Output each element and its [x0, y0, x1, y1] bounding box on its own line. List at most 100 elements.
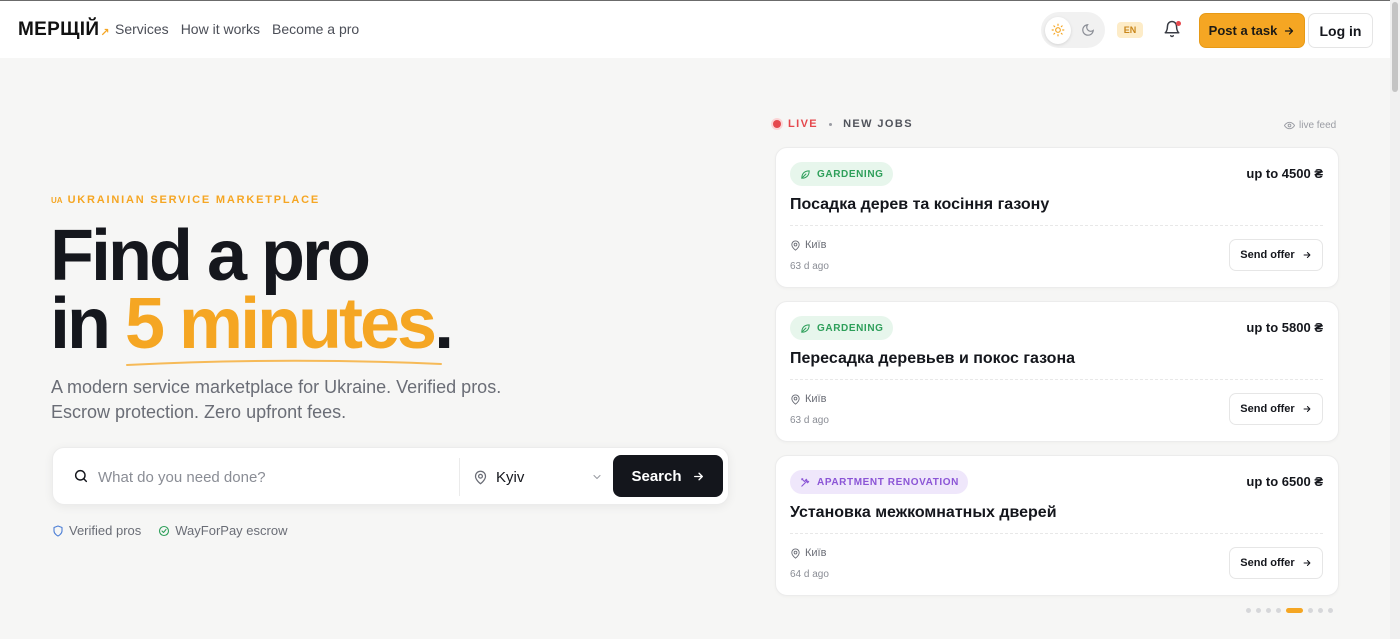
pager-dot[interactable]	[1308, 608, 1313, 613]
category-label: GARDENING	[817, 322, 884, 334]
nav-how-it-works[interactable]: How it works	[181, 21, 260, 37]
light-theme-button[interactable]	[1045, 16, 1071, 44]
pager-dot[interactable]	[1276, 608, 1281, 613]
city-select[interactable]: Kyiv	[473, 459, 603, 495]
job-city: Київ	[805, 547, 827, 559]
search-button[interactable]: Search	[613, 455, 723, 497]
pager-dot[interactable]	[1286, 608, 1303, 613]
logo-text: МЕРЩІЙ	[18, 19, 100, 40]
job-title[interactable]: Установка межкомнатных дверей	[790, 504, 1057, 522]
post-task-button[interactable]: Post a task	[1199, 13, 1305, 48]
card-divider	[790, 225, 1323, 226]
ua-flag-icon: UA	[51, 195, 63, 205]
language-switch[interactable]: EN	[1117, 22, 1143, 38]
trust-escrow-label: WayForPay escrow	[175, 523, 288, 538]
post-task-label: Post a task	[1208, 23, 1278, 38]
hero-eyebrow: UA UKRAINIAN SERVICE MARKETPLACE	[51, 194, 320, 206]
arrow-right-icon	[1285, 26, 1294, 35]
job-title[interactable]: Пересадка деревьев и покос газона	[790, 350, 1075, 368]
search-divider	[459, 458, 460, 496]
hero-headline: Find a pro in 5 minutes.	[50, 216, 454, 366]
job-city: Київ	[805, 393, 827, 405]
trust-badges: Verified pros WayForPay escrow	[52, 523, 287, 538]
theme-toggle[interactable]	[1041, 12, 1105, 48]
eye-icon	[1284, 121, 1295, 130]
logo[interactable]: МЕРЩІЙ ↗	[18, 19, 110, 41]
nav-services[interactable]: Services	[115, 21, 169, 37]
send-offer-button[interactable]: Send offer	[1229, 239, 1323, 271]
page-scrollbar[interactable]	[1390, 0, 1400, 639]
card-divider	[790, 379, 1323, 380]
leaf-icon	[801, 169, 810, 179]
headline-accent-text: 5 minutes	[125, 284, 437, 364]
category-badge: GARDENING	[790, 162, 893, 186]
dark-theme-button[interactable]	[1075, 17, 1101, 44]
send-offer-button[interactable]: Send offer	[1229, 393, 1323, 425]
feed-pager	[1246, 608, 1333, 613]
main-nav: Services How it works Become a pro	[115, 21, 359, 37]
job-card[interactable]: APARTMENT RENOVATION up to 6500 ₴ Устано…	[775, 455, 1339, 596]
trust-verified-label: Verified pros	[69, 523, 142, 538]
hero-subtitle: A modern service marketplace for Ukraine…	[51, 375, 521, 425]
headline-period: .	[434, 284, 454, 364]
search-bar: Kyiv Search	[52, 447, 729, 505]
new-jobs-label: NEW JOBS	[843, 118, 913, 130]
top-header: МЕРЩІЙ ↗ Services How it works Become a p…	[0, 0, 1390, 58]
map-pin-icon	[791, 393, 800, 405]
leaf-icon	[801, 323, 810, 333]
card-divider	[790, 533, 1323, 534]
pager-dot[interactable]	[1266, 608, 1271, 613]
nav-become-a-pro[interactable]: Become a pro	[272, 21, 359, 37]
arrow-right-icon	[693, 472, 703, 480]
send-offer-button[interactable]: Send offer	[1229, 547, 1323, 579]
job-time-ago: 63 d ago	[790, 261, 829, 272]
headline-in: in	[50, 284, 125, 364]
job-price: up to 6500 ₴	[1246, 474, 1323, 489]
sun-icon	[1051, 23, 1065, 37]
job-price: up to 4500 ₴	[1246, 166, 1323, 181]
job-time-ago: 64 d ago	[790, 569, 829, 580]
job-title[interactable]: Посадка дерев та косіння газону	[790, 196, 1049, 214]
job-location: Київ	[790, 239, 826, 251]
pager-dot[interactable]	[1328, 608, 1333, 613]
map-pin-icon	[791, 547, 800, 559]
map-pin-icon	[791, 239, 800, 251]
notifications-button[interactable]	[1163, 20, 1183, 40]
job-card[interactable]: GARDENING up to 4500 ₴ Посадка дерев та …	[775, 147, 1339, 288]
category-label: APARTMENT RENOVATION	[817, 476, 959, 488]
live-feed-label: live feed	[1299, 120, 1337, 131]
pager-dot[interactable]	[1318, 608, 1323, 613]
arrow-right-icon	[1303, 251, 1311, 259]
trust-escrow: WayForPay escrow	[158, 523, 287, 538]
search-button-label: Search	[631, 467, 682, 485]
job-card[interactable]: GARDENING up to 5800 ₴ Пересадка деревье…	[775, 301, 1339, 442]
job-location: Київ	[790, 393, 826, 405]
search-icon	[74, 469, 88, 483]
scrollbar-thumb[interactable]	[1392, 2, 1398, 92]
category-label: GARDENING	[817, 168, 884, 180]
city-value: Kyiv	[496, 468, 525, 486]
pager-dot[interactable]	[1256, 608, 1261, 613]
underline-swoosh-icon	[126, 359, 442, 366]
arrow-right-icon	[1303, 405, 1311, 413]
headline-line-1: Find a pro	[50, 216, 371, 296]
headline-line-2: in 5 minutes.	[50, 288, 454, 366]
send-offer-label: Send offer	[1240, 557, 1295, 569]
search-input[interactable]	[98, 466, 458, 488]
category-badge: APARTMENT RENOVATION	[790, 470, 968, 494]
headline-accent: 5 minutes	[125, 284, 442, 366]
chevron-down-icon	[593, 474, 601, 480]
send-offer-label: Send offer	[1240, 249, 1295, 261]
job-city: Київ	[805, 239, 827, 251]
eyebrow-text: UKRAINIAN SERVICE MARKETPLACE	[67, 194, 321, 206]
job-time-ago: 63 d ago	[790, 415, 829, 426]
check-circle-icon	[159, 525, 170, 536]
tools-icon	[801, 477, 810, 487]
feed-header: LIVE NEW JOBS	[773, 118, 913, 130]
live-label: LIVE	[788, 118, 819, 130]
subtitle-line-1: A modern service marketplace for Ukraine…	[51, 377, 502, 397]
login-button[interactable]: Log in	[1308, 13, 1373, 48]
category-badge: GARDENING	[790, 316, 893, 340]
arrow-right-icon	[1303, 559, 1311, 567]
pager-dot[interactable]	[1246, 608, 1251, 613]
